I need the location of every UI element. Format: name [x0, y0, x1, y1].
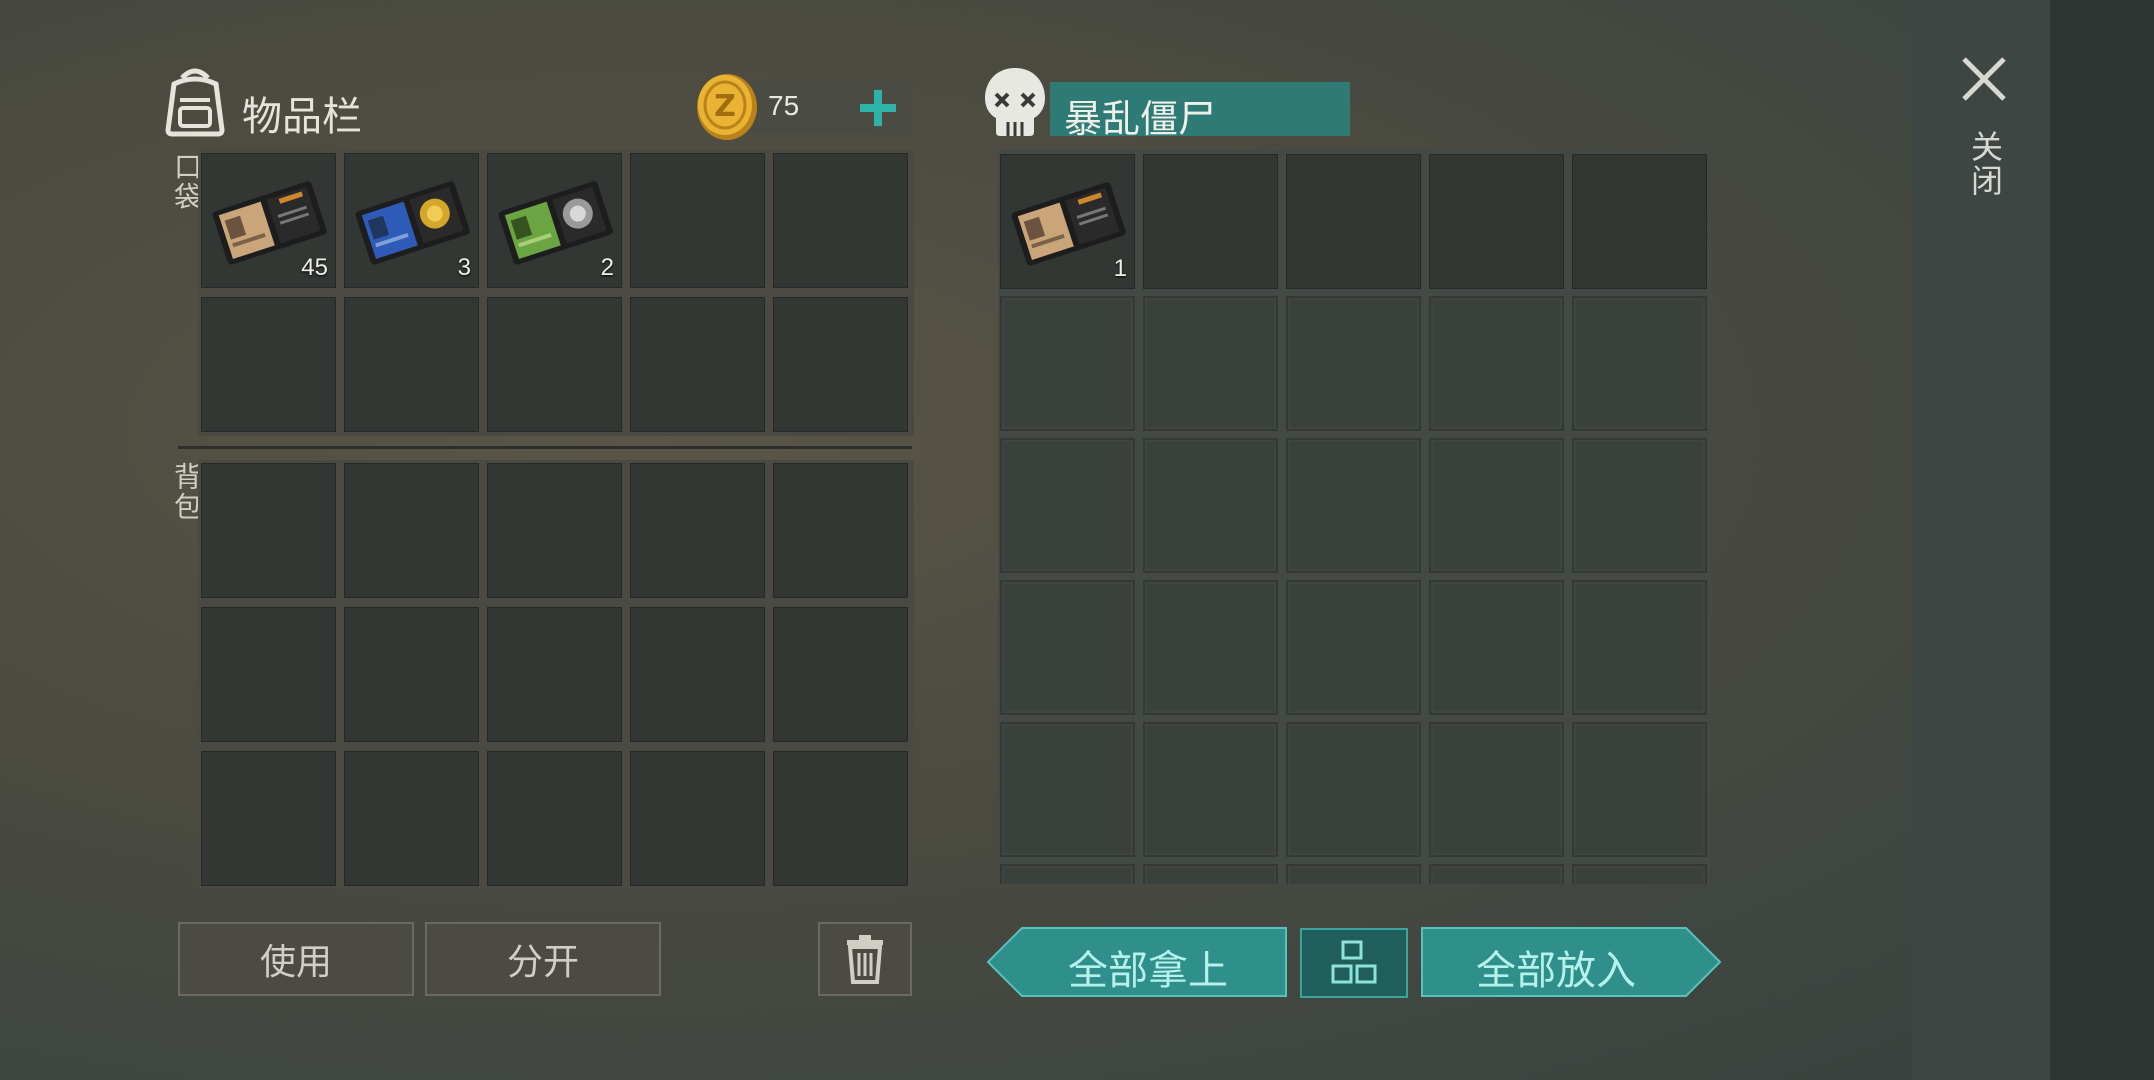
sort-grid-icon: [1331, 940, 1377, 984]
close-icon: [1962, 57, 2006, 101]
loot-slot[interactable]: [1143, 580, 1278, 715]
backpack-slot[interactable]: [630, 751, 765, 886]
backpack-slot[interactable]: [487, 751, 622, 886]
backpack-slot[interactable]: [344, 607, 479, 742]
plus-icon: [860, 90, 896, 126]
backpack-icon: [165, 68, 225, 137]
item-count: 3: [457, 254, 471, 281]
loot-slot[interactable]: [1000, 864, 1135, 884]
loot-slot[interactable]: 1: [1000, 154, 1135, 289]
loot-slot[interactable]: [1143, 438, 1278, 573]
loot-slot[interactable]: [1572, 580, 1707, 715]
close-label: 关闭: [1966, 130, 2004, 198]
svg-text:Z: Z: [714, 89, 736, 124]
loot-title: 暴乱僵尸: [1064, 97, 1217, 141]
take-all-label: 全部拿上: [1068, 948, 1228, 994]
coin-icon: Z: [697, 74, 757, 140]
loot-slot[interactable]: [1429, 722, 1564, 857]
loot-slot[interactable]: [1572, 154, 1707, 289]
split-button[interactable]: 分开: [425, 922, 661, 996]
section-divider: [178, 446, 912, 449]
loot-slot[interactable]: [1429, 438, 1564, 573]
loot-slot[interactable]: [1286, 722, 1421, 857]
put-all-label: 全部放入: [1476, 948, 1636, 994]
loot-slot[interactable]: [1286, 580, 1421, 715]
backpack-slot[interactable]: [773, 751, 908, 886]
loot-slot[interactable]: [1286, 296, 1421, 431]
pocket-slot[interactable]: [630, 153, 765, 288]
loot-slot[interactable]: [1572, 438, 1707, 573]
loot-slot[interactable]: [1429, 296, 1564, 431]
loot-slot[interactable]: [1286, 864, 1421, 884]
backpack-grid: [198, 460, 914, 888]
trash-icon: [847, 935, 883, 984]
loot-slot[interactable]: [1000, 296, 1135, 431]
item-count: 45: [301, 254, 328, 281]
backpack-slot[interactable]: [344, 751, 479, 886]
loot-slot[interactable]: [1429, 580, 1564, 715]
loot-slot[interactable]: [1000, 722, 1135, 857]
loot-slot[interactable]: [1286, 438, 1421, 573]
trash-button[interactable]: [818, 922, 912, 996]
loot-slot[interactable]: [1429, 864, 1564, 884]
loot-slot[interactable]: [1286, 154, 1421, 289]
pocket-slot[interactable]: 2: [487, 153, 622, 288]
item-count: 2: [600, 254, 614, 281]
backpack-slot[interactable]: [773, 607, 908, 742]
side-panel-edge: [2050, 0, 2154, 1080]
loot-slot[interactable]: [1429, 154, 1564, 289]
skull-icon: [985, 68, 1045, 136]
put-all-button[interactable]: 全部放入: [1420, 926, 1722, 998]
loot-slot[interactable]: [1143, 154, 1278, 289]
loot-slot[interactable]: [1572, 722, 1707, 857]
backpack-slot[interactable]: [201, 751, 336, 886]
loot-slot[interactable]: [1572, 864, 1707, 884]
loot-slot[interactable]: [1000, 580, 1135, 715]
coin-count: 75: [768, 90, 800, 121]
pocket-slot[interactable]: [630, 297, 765, 432]
pocket-slot[interactable]: [344, 297, 479, 432]
backpack-slot[interactable]: [487, 463, 622, 598]
silver-badge-id-wallet-icon: [498, 181, 613, 265]
pocket-slot[interactable]: 3: [344, 153, 479, 288]
loot-slot[interactable]: [1572, 296, 1707, 431]
use-button[interactable]: 使用: [178, 922, 414, 996]
pocket-slot[interactable]: 45: [201, 153, 336, 288]
police-badge-id-wallet-icon: [355, 181, 470, 265]
backpack-slot[interactable]: [630, 607, 765, 742]
close-button[interactable]: 关闭: [1950, 45, 2020, 215]
loot-slot[interactable]: [1143, 296, 1278, 431]
patrol-officer-id-wallet-icon: [1011, 182, 1126, 266]
loot-slot[interactable]: [1143, 864, 1278, 884]
backpack-slot[interactable]: [201, 607, 336, 742]
sort-button[interactable]: [1300, 928, 1408, 998]
inventory-title: 物品栏: [242, 94, 362, 140]
backpack-slot[interactable]: [773, 463, 908, 598]
backpack-slot[interactable]: [201, 463, 336, 598]
pocket-slot[interactable]: [773, 297, 908, 432]
pocket-slot[interactable]: [773, 153, 908, 288]
pocket-slot[interactable]: [201, 297, 336, 432]
item-count: 1: [1113, 255, 1127, 282]
backpack-slot[interactable]: [487, 607, 622, 742]
backpack-slot[interactable]: [344, 463, 479, 598]
pocket-grid: 45 3 2: [198, 150, 914, 436]
loot-slot[interactable]: [1143, 722, 1278, 857]
loot-title-bar: 暴乱僵尸: [1050, 82, 1350, 141]
take-all-button[interactable]: 全部拿上: [986, 926, 1288, 998]
loot-grid[interactable]: 1: [998, 150, 1710, 884]
backpack-slot[interactable]: [630, 463, 765, 598]
loot-slot[interactable]: [1000, 438, 1135, 573]
pocket-slot[interactable]: [487, 297, 622, 432]
add-coins-button[interactable]: [850, 82, 906, 134]
